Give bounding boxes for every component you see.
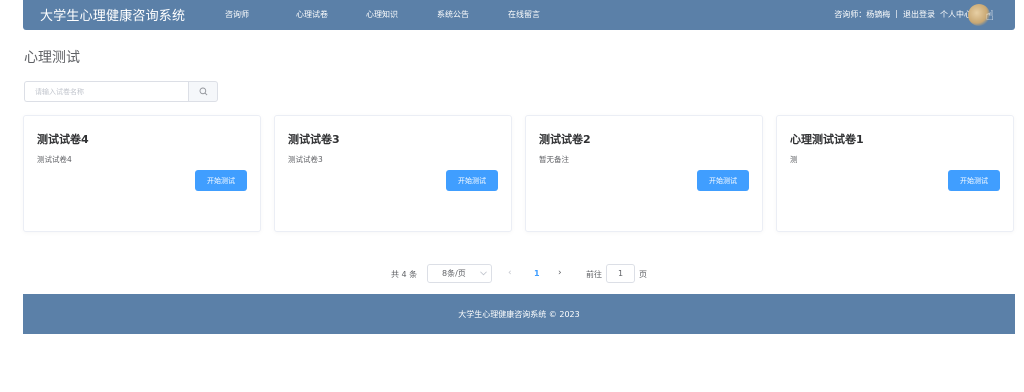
pointer-cursor-icon: ☝ (985, 8, 994, 24)
logout-link[interactable]: 退出登录 (903, 9, 935, 20)
card-note: 暂无备注 (539, 155, 569, 164)
page-number-current[interactable]: 1 (534, 269, 540, 278)
card-title: 心理测试试卷1 (790, 133, 864, 146)
test-card: 测试试卷4 测试试卷4 开始测试 (23, 115, 261, 232)
card-title: 测试试卷4 (37, 133, 89, 146)
start-test-button[interactable]: 开始测试 (446, 170, 498, 191)
start-test-button[interactable]: 开始测试 (948, 170, 1000, 191)
footer: 大学生心理健康咨询系统 © 2023 (23, 294, 1015, 334)
nav-item-announcements[interactable]: 系统公告 (437, 9, 469, 20)
search-input[interactable] (24, 81, 188, 102)
card-note: 测 (790, 155, 798, 164)
test-card: 测试试卷3 测试试卷3 开始测试 (274, 115, 512, 232)
next-page-icon[interactable]: › (558, 268, 562, 278)
nav-item-counselor[interactable]: 咨询师 (225, 9, 249, 20)
card-note: 测试试卷4 (37, 155, 72, 164)
page-title: 心理测试 (24, 50, 80, 66)
divider: | (895, 9, 898, 18)
search-bar (24, 81, 218, 102)
chevron-down-icon (479, 271, 487, 276)
current-user-label: 咨询师：杨镝梅 (834, 10, 891, 19)
top-navbar: 大学生心理健康咨询系统 咨询师 心理试卷 心理知识 系统公告 在线留言 咨询师：… (23, 0, 1015, 30)
page-size-value: 8条/页 (442, 269, 466, 278)
search-button[interactable] (188, 81, 218, 102)
pagination: 共 4 条 8条/页 ‹ 1 › 前往 页 (0, 264, 1024, 284)
start-test-button[interactable]: 开始测试 (195, 170, 247, 191)
nav-item-tests[interactable]: 心理试卷 (296, 9, 328, 20)
card-title: 测试试卷2 (539, 133, 591, 146)
test-card: 心理测试试卷1 测 开始测试 (776, 115, 1014, 232)
page-unit-label: 页 (639, 270, 647, 279)
page-size-select[interactable]: 8条/页 (427, 264, 492, 283)
page-jump-input[interactable] (606, 264, 635, 283)
prev-page-icon[interactable]: ‹ (508, 268, 512, 278)
card-title: 测试试卷3 (288, 133, 340, 146)
test-card: 测试试卷2 暂无备注 开始测试 (525, 115, 763, 232)
start-test-button[interactable]: 开始测试 (697, 170, 749, 191)
footer-copyright: 大学生心理健康咨询系统 © 2023 (458, 309, 580, 319)
site-brand[interactable]: 大学生心理健康咨询系统 (40, 5, 185, 24)
card-note: 测试试卷3 (288, 155, 323, 164)
user-menu: 咨询师：杨镝梅 | 退出登录 个人中心 (834, 9, 972, 20)
goto-label: 前往 (586, 270, 602, 279)
search-icon (199, 87, 207, 96)
nav-item-messages[interactable]: 在线留言 (508, 9, 540, 20)
nav-item-knowledge[interactable]: 心理知识 (366, 9, 398, 20)
total-count: 共 4 条 (391, 270, 418, 279)
